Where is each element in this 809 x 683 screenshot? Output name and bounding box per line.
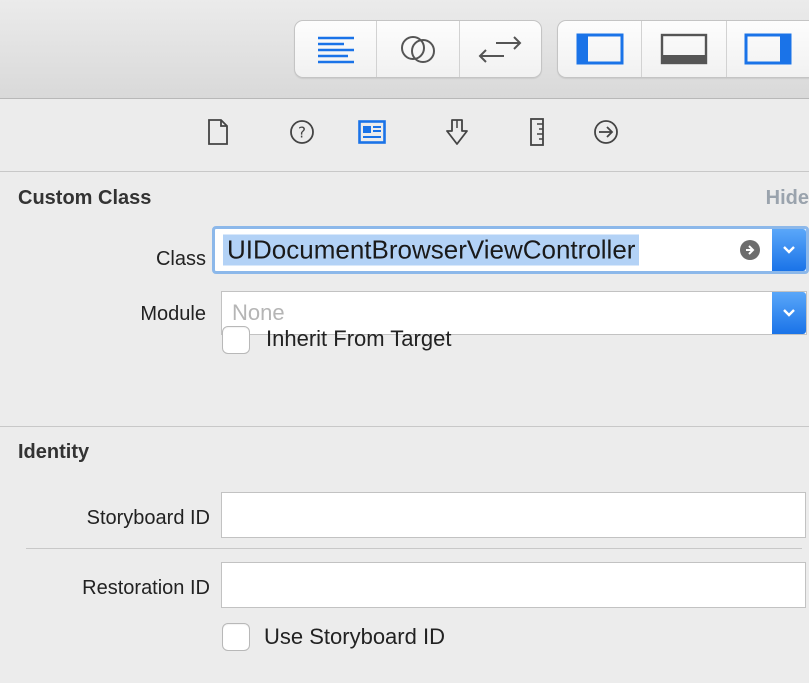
panel-visibility-segmented-control [557,20,809,78]
tab-connections-inspector[interactable] [589,115,623,149]
tab-size-inspector[interactable] [520,115,554,149]
chevron-down-icon [783,309,795,317]
attributes-inspector-icon [446,119,468,145]
module-dropdown-button[interactable] [772,292,806,334]
class-dropdown-button[interactable] [772,229,806,271]
assistant-editor-icon [400,36,435,63]
restoration-id-field[interactable] [221,562,806,608]
standard-editor-button[interactable] [295,21,378,77]
module-placeholder[interactable]: None [232,300,285,326]
tab-attributes-inspector[interactable] [440,115,474,149]
row-divider [26,548,802,549]
class-label: Class [155,248,206,270]
use-storyboard-id-label: Use Storyboard ID [264,624,445,649]
size-inspector-icon [530,118,544,146]
storyboard-id-field[interactable] [221,492,806,538]
tab-identity-inspector[interactable] [355,115,389,149]
assistant-editor-button[interactable] [377,21,460,77]
tab-file-inspector[interactable] [201,115,235,149]
inspector-tab-bar: ? [0,99,809,172]
connections-inspector-icon [594,120,618,144]
window-toolbar [0,0,809,99]
inherit-from-target-checkbox[interactable] [222,326,250,354]
class-value[interactable]: UIDocumentBrowserViewController [223,234,640,266]
class-combobox[interactable]: UIDocumentBrowserViewController [212,226,809,274]
hide-section-link[interactable]: Hide [766,187,809,210]
version-editor-button[interactable] [460,21,541,77]
storyboard-id-label: Storyboard ID [86,507,210,529]
arrow-right-icon [746,245,755,255]
module-label: Module [140,303,206,325]
toggle-utilities-button[interactable] [727,21,809,77]
custom-class-section-title: Custom Class [18,187,152,209]
section-divider [0,426,809,427]
navigator-panel-icon [576,33,624,65]
svg-text:?: ? [298,124,306,142]
utilities-panel-icon [744,33,792,65]
version-editor-icon [478,36,522,63]
restoration-id-label: Restoration ID [82,577,210,599]
editor-mode-segmented-control [294,20,542,78]
tab-quick-help[interactable]: ? [285,115,319,149]
use-storyboard-id-checkbox[interactable] [222,623,250,651]
identity-section-title: Identity [18,441,90,463]
inherit-from-target-label: Inherit From Target [266,326,452,351]
debug-area-panel-icon [660,33,708,65]
standard-editor-icon [317,36,354,64]
file-inspector-icon [208,119,228,145]
toggle-debug-area-button[interactable] [642,21,727,77]
identity-inspector-icon [358,120,386,144]
chevron-down-icon [783,246,795,254]
quick-help-icon: ? [290,120,314,144]
go-to-class-button[interactable] [740,240,760,260]
toggle-navigator-button[interactable] [558,21,643,77]
